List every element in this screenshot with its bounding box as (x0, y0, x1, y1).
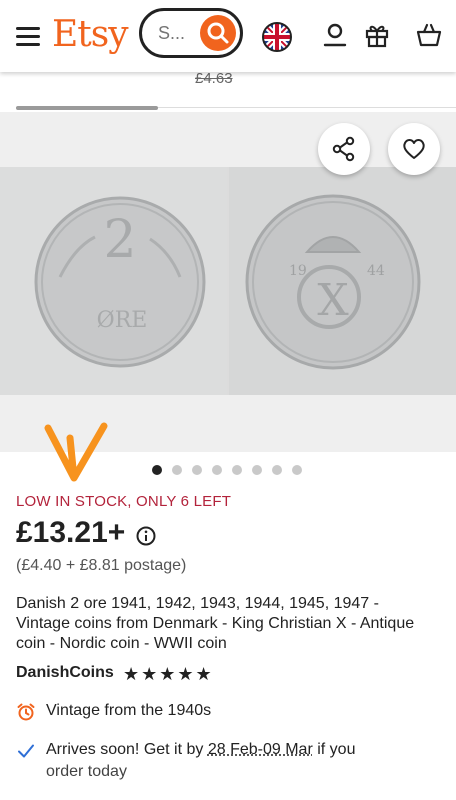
basket-icon[interactable] (416, 22, 442, 48)
price-breakdown: (£4.40 + £8.81 postage) (16, 557, 187, 574)
delivery-text: Arrives soon! Get it by 28 Feb-09 Mar if… (46, 741, 355, 759)
search-button[interactable] (200, 15, 236, 51)
etsy-logo[interactable]: Etsy (52, 14, 129, 55)
carousel-dot[interactable] (272, 465, 282, 475)
stock-notice: LOW IN STOCK, ONLY 6 LEFT (16, 493, 232, 510)
delivery-dates[interactable]: 28 Feb-09 Mar (208, 741, 313, 758)
product-photo[interactable]: 2 ØRE X 19 44 (0, 167, 456, 395)
product-price: £13.21+ (16, 516, 126, 549)
search-box[interactable] (139, 8, 243, 58)
carousel-dot[interactable] (192, 465, 202, 475)
account-icon[interactable] (322, 22, 348, 48)
delivery-line2-text: order today (46, 763, 127, 780)
coin-obverse-image: 2 ØRE (0, 167, 227, 395)
svg-text:44: 44 (367, 263, 385, 279)
horizontal-scrollbar[interactable] (16, 106, 158, 110)
rating-stars[interactable]: ★★★★★ (123, 664, 214, 685)
gift-icon[interactable] (364, 22, 390, 48)
heart-icon (403, 139, 425, 159)
shop-name-link[interactable]: DanishCoins (16, 664, 114, 682)
carousel-dot[interactable] (232, 465, 242, 475)
product-title: Danish 2 ore 1941, 1942, 1943, 1944, 194… (16, 595, 415, 652)
menu-icon[interactable] (16, 27, 40, 46)
info-icon[interactable] (136, 526, 156, 546)
coin-reverse-image: X 19 44 (229, 167, 456, 395)
search-input[interactable] (156, 22, 200, 45)
share-icon (332, 136, 355, 162)
previous-item-price: £4.63 (195, 70, 233, 87)
checkmark-icon (18, 744, 34, 758)
vintage-text: Vintage from the 1940s (46, 702, 212, 719)
hand-drawn-arrow-icon (44, 422, 108, 482)
delivery-prefix: Arrives soon! Get it by (46, 741, 208, 758)
svg-text:19: 19 (289, 263, 307, 279)
svg-text:2: 2 (103, 210, 136, 270)
carousel-dot[interactable] (152, 465, 162, 475)
alarm-clock-icon (17, 703, 35, 721)
carousel-dot[interactable] (252, 465, 262, 475)
system-navigation-bar (0, 786, 456, 800)
product-image-carousel[interactable]: 2 ØRE X 19 44 (0, 112, 456, 452)
share-button[interactable] (318, 123, 370, 175)
delivery-suffix: if you (312, 741, 356, 758)
uk-flag-icon[interactable] (262, 22, 292, 52)
carousel-dot[interactable] (212, 465, 222, 475)
carousel-dot[interactable] (292, 465, 302, 475)
svg-text:ØRE: ØRE (97, 308, 148, 333)
carousel-dot[interactable] (172, 465, 182, 475)
svg-text:X: X (317, 275, 349, 326)
top-header: Etsy (0, 0, 456, 72)
favorite-button[interactable] (388, 123, 440, 175)
search-icon (207, 22, 229, 44)
